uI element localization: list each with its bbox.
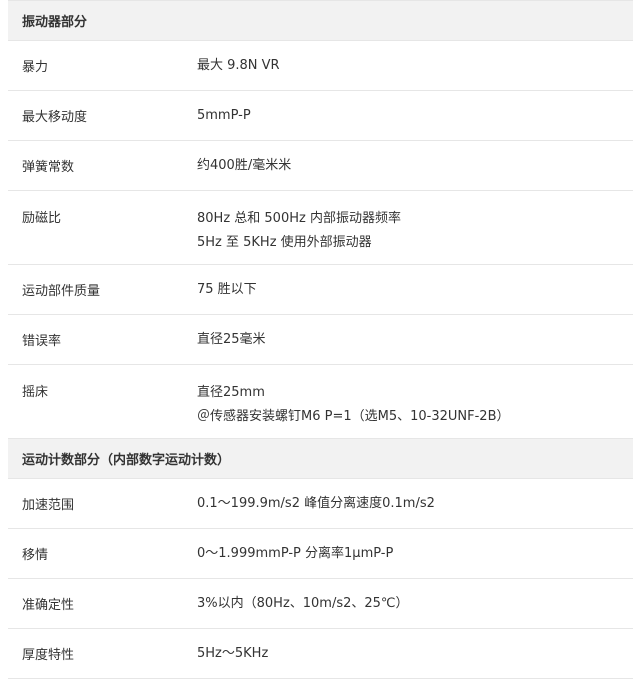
row-value: 3%以内（80Hz、10m/s2、25℃） — [197, 595, 409, 611]
row-value: 直径25毫米 — [197, 331, 266, 347]
row-label: 准确定性 — [22, 598, 75, 613]
table-row: 运动部件质量 75 胜以下 — [8, 265, 633, 315]
row-value: 80Hz 总和 500Hz 内部振动器频率 5Hz 至 5KHz 使用外部振动器 — [197, 211, 401, 250]
row-label: 错误率 — [22, 334, 62, 349]
table-row: 摇床 直径25mm ＠传感器安装螺钉M6 P=1（选M5、10-32UNF-2B… — [8, 365, 633, 439]
table-row: 移情 0～1.999mmP-P 分离率1μmP-P — [8, 529, 633, 579]
row-value: 5mmP-P — [197, 107, 251, 123]
row-label: 暴力 — [22, 60, 49, 75]
row-value: 75 胜以下 — [197, 281, 257, 297]
row-label: 摇床 — [22, 385, 49, 400]
row-value: 0.1～199.9m/s2 峰值分离速度0.1m/s2 — [197, 495, 435, 511]
row-label: 加速范围 — [22, 498, 75, 513]
section-header-counter: 运动计数部分（内部数字运动计数） — [8, 439, 633, 479]
row-value: 约400胜/毫米米 — [197, 157, 292, 173]
row-value: 最大 9.8N VR — [197, 57, 280, 73]
table-row: 加速范围 0.1～199.9m/s2 峰值分离速度0.1m/s2 — [8, 479, 633, 529]
row-value: 直径25mm ＠传感器安装螺钉M6 P=1（选M5、10-32UNF-2B） — [197, 385, 510, 424]
spec-table: 振动器部分 暴力 最大 9.8N VR 最大移动度 5mmP-P 弹簧常数 约4… — [8, 0, 633, 679]
row-value: 5Hz～5KHz — [197, 645, 269, 661]
row-label: 运动部件质量 — [22, 284, 101, 299]
table-row: 弹簧常数 约400胜/毫米米 — [8, 141, 633, 191]
table-row: 准确定性 3%以内（80Hz、10m/s2、25℃） — [8, 579, 633, 629]
section-header-vibrator: 振动器部分 — [8, 1, 633, 41]
row-label: 移情 — [22, 548, 49, 563]
row-label: 最大移动度 — [22, 110, 88, 125]
table-row: 厚度特性 5Hz～5KHz — [8, 629, 633, 679]
row-label: 厚度特性 — [22, 648, 75, 663]
row-label: 弹簧常数 — [22, 160, 75, 175]
table-row: 最大移动度 5mmP-P — [8, 91, 633, 141]
table-row: 励磁比 80Hz 总和 500Hz 内部振动器频率 5Hz 至 5KHz 使用外… — [8, 191, 633, 265]
row-value: 0～1.999mmP-P 分离率1μmP-P — [197, 545, 394, 561]
row-label: 励磁比 — [22, 211, 62, 226]
table-row: 错误率 直径25毫米 — [8, 315, 633, 365]
table-row: 暴力 最大 9.8N VR — [8, 41, 633, 91]
